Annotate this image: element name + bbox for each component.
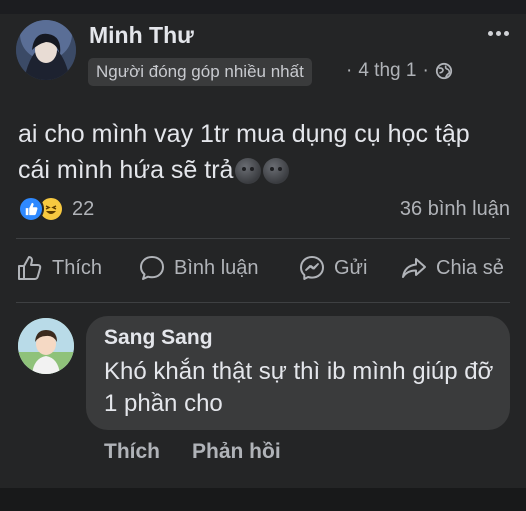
author-avatar-image — [16, 20, 76, 80]
send-button-label: Gửi — [334, 256, 368, 279]
moon-emojis — [235, 158, 290, 185]
comment-reply-button[interactable]: Phản hồi — [192, 440, 281, 464]
post-body: ai cho mình vay 1tr mua dụng cụ học tập … — [18, 116, 513, 188]
commenter-avatar-image — [18, 318, 74, 374]
comment-button-label: Bình luận — [174, 256, 259, 279]
post-date[interactable]: 4 thg 1 — [358, 60, 416, 82]
thumb-up-icon — [18, 256, 42, 280]
post-author-name[interactable]: Minh Thư — [89, 22, 194, 49]
globe-icon — [435, 62, 452, 80]
like-button-label: Thích — [52, 256, 103, 279]
author-avatar[interactable] — [16, 20, 76, 80]
divider-bottom — [16, 302, 510, 303]
comment-text: Khó khắn thật sự thì ib mình giúp đỡ 1 p… — [104, 358, 494, 417]
share-icon — [402, 258, 426, 278]
bottom-strip — [0, 488, 526, 511]
comment-button[interactable]: Bình luận — [138, 254, 259, 282]
send-button[interactable]: Gửi — [298, 254, 367, 282]
meta-separator: · — [346, 60, 353, 81]
comment-icon — [140, 256, 164, 280]
top-contributor-badge: Người đóng góp nhiều nhất — [88, 58, 312, 86]
commenter-avatar[interactable] — [18, 318, 74, 374]
comment-like-button[interactable]: Thích — [104, 440, 160, 464]
share-button[interactable]: Chia sẻ — [400, 254, 504, 282]
reaction-count: 22 — [72, 197, 95, 220]
post-text-line-2: cái mình hứa sẽ trả — [18, 156, 234, 184]
share-button-label: Chia sẻ — [436, 256, 504, 279]
meta-separator-2: · — [422, 60, 429, 81]
post-text-line-1: ai cho mình vay 1tr mua dụng cụ học tập — [18, 120, 470, 148]
moon-emoji-icon — [263, 158, 290, 185]
post-meta: · 4 thg 1 · — [346, 60, 453, 82]
like-reaction-icon — [18, 196, 44, 222]
like-button[interactable]: Thích — [16, 254, 102, 282]
top-strip — [0, 0, 526, 14]
divider-top — [16, 238, 510, 239]
moon-emoji-icon — [235, 158, 262, 185]
messenger-icon — [300, 256, 324, 280]
commenter-name[interactable]: Sang Sang — [104, 326, 213, 350]
more-options-icon[interactable] — [480, 22, 516, 44]
comment-count-link[interactable]: 36 bình luận — [400, 198, 510, 221]
reactions-summary[interactable]: 22 — [18, 196, 94, 222]
